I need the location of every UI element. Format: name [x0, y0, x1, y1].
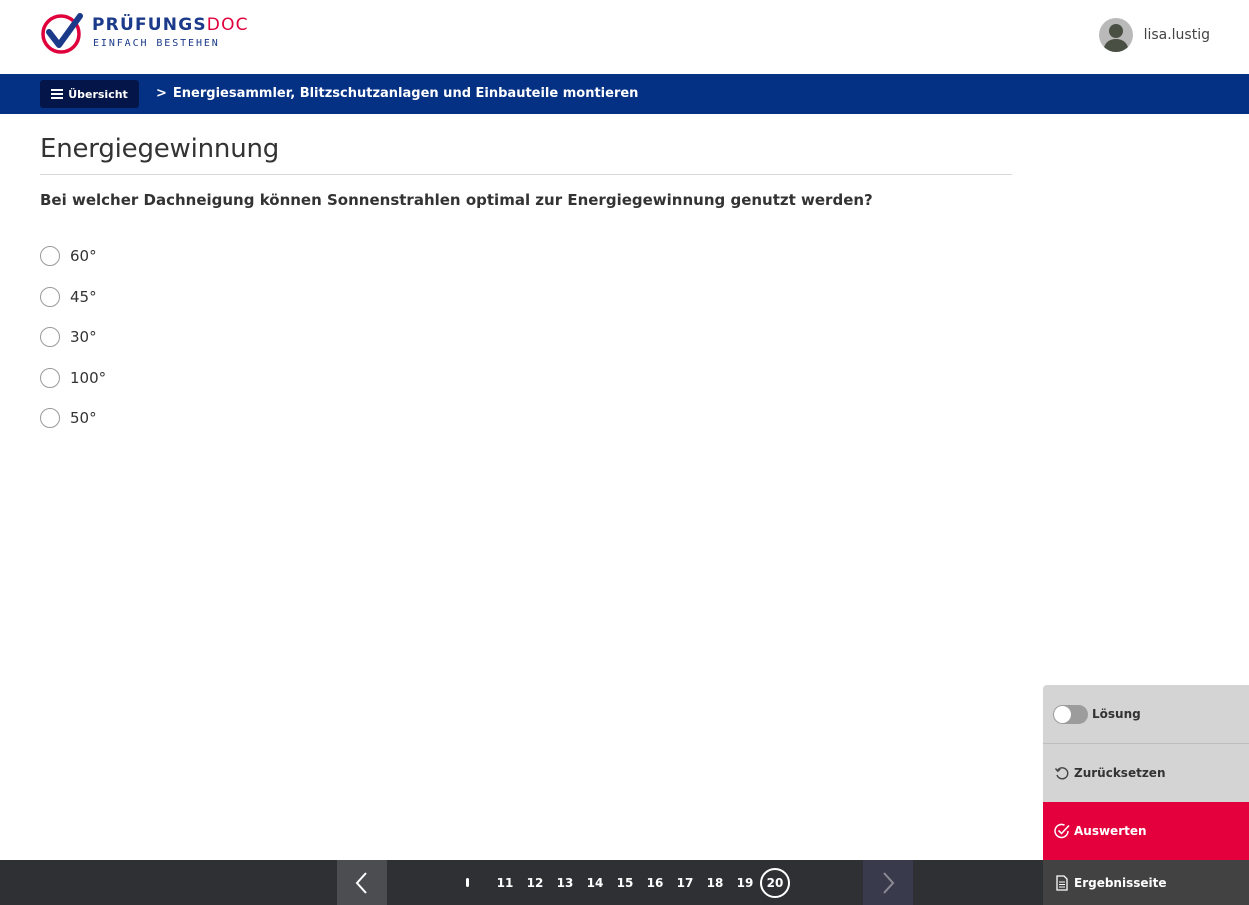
overview-label: Übersicht	[68, 87, 128, 101]
answer-label: 50°	[70, 409, 97, 428]
answer-label: 45°	[70, 287, 97, 306]
title-divider	[40, 174, 1012, 175]
page-number[interactable]: 18	[700, 868, 730, 898]
reset-button[interactable]: Zurücksetzen	[1043, 744, 1249, 802]
pagination-bar: 11 12 13 14 15 16 17 18 19 20	[0, 860, 1043, 905]
results-label: Ergebnisseite	[1074, 875, 1167, 890]
user-silhouette-icon	[1102, 24, 1129, 52]
check-circle-icon	[1053, 822, 1071, 840]
page-number[interactable]: 19	[730, 868, 760, 898]
solution-toggle-row[interactable]: Lösung	[1043, 685, 1249, 744]
answer-option[interactable]: 100°	[40, 367, 107, 409]
answer-list: 60° 45° 30° 100° 50°	[40, 246, 106, 449]
logo-title: PRÜFUNGSDOC	[92, 15, 249, 35]
solution-toggle[interactable]	[1053, 704, 1088, 724]
evaluate-button[interactable]: Auswerten	[1043, 802, 1249, 860]
radio-button[interactable]	[40, 246, 60, 266]
reset-label: Zurücksetzen	[1074, 766, 1166, 780]
user-menu[interactable]: lisa.lustig	[1098, 18, 1210, 52]
breadcrumb: > Energiesammler, Blitzschutzanlagen und …	[156, 86, 638, 101]
answer-option[interactable]: 60°	[40, 246, 106, 287]
overview-button[interactable]: Übersicht	[40, 80, 139, 108]
answer-label: 100°	[70, 368, 107, 387]
answer-option[interactable]: 30°	[40, 327, 106, 368]
toggle-knob	[1054, 705, 1071, 723]
navigation-bar: Übersicht > Energiesammler, Blitzschutzan…	[0, 74, 1249, 114]
radio-button[interactable]	[40, 327, 60, 348]
logo-brand: PRÜFUNGS	[92, 15, 207, 35]
solution-label: Lösung	[1092, 707, 1141, 721]
radio-button[interactable]	[40, 286, 60, 307]
avatar	[1098, 18, 1133, 52]
page-number[interactable]: 15	[610, 868, 640, 898]
page-numbers: 11 12 13 14 15 16 17 18 19 20	[466, 860, 790, 905]
results-page-button[interactable]: Ergebnisseite	[1043, 860, 1249, 905]
action-panel: Lösung Zurücksetzen Auswerten Ergebnisse…	[1043, 685, 1249, 905]
question-text: Bei welcher Dachneigung können Sonnenstr…	[40, 191, 873, 209]
answer-option[interactable]: 45°	[40, 286, 106, 328]
chevron-right-icon	[883, 871, 895, 894]
page-number[interactable]: 14	[580, 868, 610, 898]
brand-logo[interactable]: PRÜFUNGSDOC EINFACH BESTEHEN	[40, 12, 270, 56]
page-number[interactable]: 11	[490, 868, 520, 898]
breadcrumb-separator: >	[156, 86, 167, 101]
evaluate-label: Auswerten	[1074, 824, 1147, 838]
next-question-button[interactable]	[863, 860, 913, 905]
page-title: Energiegewinnung	[40, 134, 280, 164]
menu-icon	[51, 89, 64, 99]
answer-label: 60°	[70, 247, 97, 265]
answer-label: 30°	[70, 328, 97, 347]
page-number[interactable]: 17	[670, 868, 700, 898]
checkmark-logo-icon	[41, 13, 83, 54]
previous-question-button[interactable]	[337, 860, 387, 905]
logo-brand-suffix: DOC	[206, 15, 249, 35]
radio-button[interactable]	[40, 367, 60, 388]
breadcrumb-current: Energiesammler, Blitzschutzanlagen und E…	[172, 86, 639, 101]
logo-tagline: EINFACH BESTEHEN	[93, 38, 220, 49]
undo-icon	[1053, 764, 1071, 782]
document-icon	[1053, 874, 1071, 892]
current-page-number[interactable]: 20	[760, 867, 790, 898]
username: lisa.lustig	[1143, 27, 1210, 43]
page-number[interactable]: 16	[640, 868, 670, 898]
radio-button[interactable]	[40, 408, 60, 429]
page-number[interactable]: 13	[550, 868, 580, 898]
app-header: PRÜFUNGSDOC EINFACH BESTEHEN lisa.lustig	[0, 0, 1249, 74]
chevron-left-icon	[355, 871, 367, 894]
page-number[interactable]: 12	[520, 868, 550, 898]
scroll-indicator	[466, 878, 469, 887]
answer-option[interactable]: 50°	[40, 408, 106, 449]
